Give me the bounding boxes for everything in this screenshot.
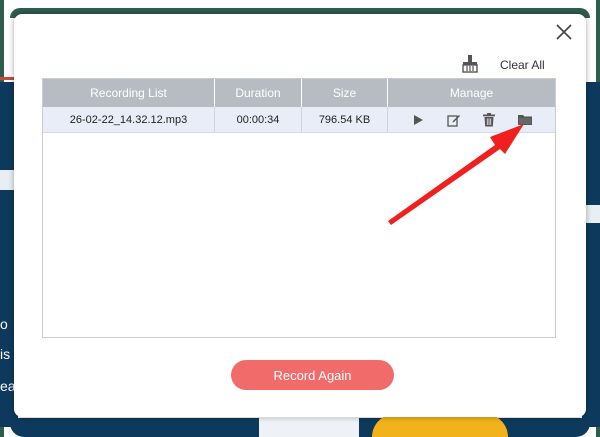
column-header-manage: Manage — [449, 86, 494, 100]
close-icon — [556, 24, 572, 40]
background-bottom-card — [259, 418, 359, 437]
recording-name: 26-02-22_14.32.12.mp3 — [43, 107, 215, 132]
column-header-duration: Duration — [215, 79, 302, 107]
record-again-button[interactable]: Record Again — [231, 360, 394, 390]
close-button[interactable] — [554, 22, 574, 42]
open-folder-button[interactable] — [517, 112, 533, 128]
recording-table: Recording List Duration Size Manage 26-0… — [42, 78, 556, 338]
table-header: Recording List Duration Size Manage — [43, 79, 555, 107]
table-row[interactable]: 26-02-22_14.32.12.mp3 00:00:34 796.54 KB — [43, 107, 555, 133]
background-text: o — [0, 316, 8, 332]
recording-size: 796.54 KB — [302, 107, 388, 132]
column-header-recording-list: Recording List — [43, 79, 215, 107]
folder-icon — [518, 114, 533, 125]
trash-icon — [483, 112, 496, 126]
recording-list-dialog: Clear All Recording List Duration Size M… — [14, 14, 586, 417]
recording-duration: 00:00:34 — [215, 107, 302, 132]
edit-button[interactable] — [446, 112, 462, 128]
delete-button[interactable] — [481, 112, 497, 128]
clear-all-icon-button[interactable] — [460, 54, 482, 76]
background-text: ea — [0, 378, 16, 394]
play-button[interactable] — [410, 112, 426, 128]
clear-all-button[interactable]: Clear All — [500, 58, 545, 72]
column-header-size: Size — [302, 79, 388, 107]
background-bottom-badge — [372, 414, 508, 437]
broom-icon — [462, 55, 478, 73]
edit-icon — [446, 114, 460, 127]
play-icon — [413, 114, 423, 125]
manage-actions — [388, 112, 555, 128]
background-text: is — [0, 346, 11, 362]
manage-cell — [388, 107, 555, 132]
